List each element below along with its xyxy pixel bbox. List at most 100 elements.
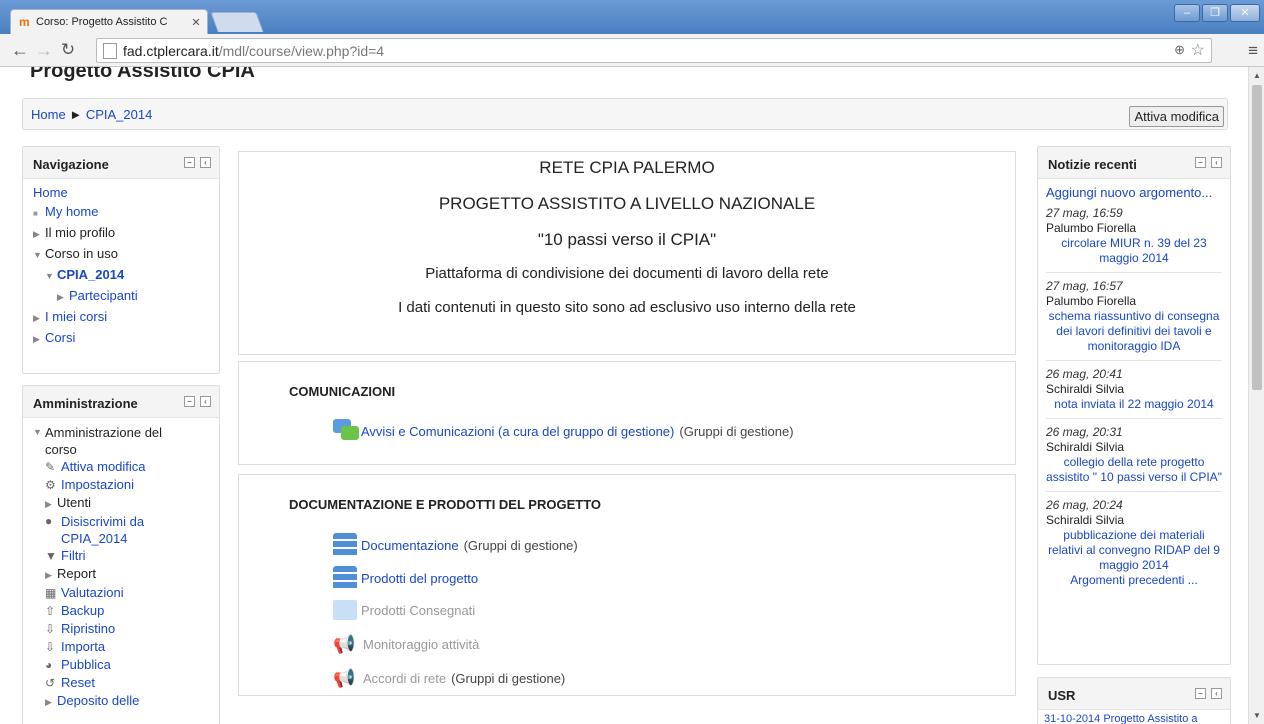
- post-subject[interactable]: schema riassuntivo di consegna dei lavor…: [1046, 309, 1222, 354]
- close-window-button[interactable]: ✕: [1230, 4, 1260, 22]
- activity-link[interactable]: Documentazione: [361, 538, 459, 553]
- expand-arrow-icon[interactable]: ▶: [45, 567, 57, 584]
- filter-icon: ▼: [45, 549, 57, 563]
- page-title: Progetto Assistito CPIA: [30, 67, 255, 82]
- block-header: Navigazione – ‹: [23, 147, 219, 179]
- post-date: 27 mag, 16:57: [1046, 279, 1123, 293]
- collapse-icon[interactable]: –: [184, 396, 195, 407]
- nav-current-course[interactable]: Corso in uso: [45, 246, 118, 261]
- admin-settings[interactable]: Impostazioni: [61, 477, 134, 492]
- admin-backup[interactable]: Backup: [61, 603, 104, 618]
- zoom-icon[interactable]: ⊕: [1174, 42, 1185, 58]
- activity-group: (Gruppi di gestione): [451, 670, 566, 686]
- admin-publish[interactable]: Pubblica: [61, 657, 111, 672]
- expand-arrow-icon[interactable]: ▶: [45, 694, 57, 711]
- older-topics-link[interactable]: Argomenti precedenti ...: [1046, 573, 1222, 588]
- expand-arrow-icon[interactable]: ▶: [57, 288, 69, 307]
- nav-profile[interactable]: Il mio profilo: [45, 225, 115, 240]
- admin-grades[interactable]: Valutazioni: [61, 585, 124, 600]
- forward-icon[interactable]: →: [32, 40, 56, 61]
- post-author: Palumbo Fiorella: [1046, 294, 1137, 308]
- expand-arrow-icon[interactable]: ▶: [33, 330, 45, 349]
- scroll-up-icon[interactable]: ▲: [1253, 71, 1261, 80]
- block-title: USR: [1048, 688, 1076, 703]
- expand-arrow-icon[interactable]: ▶: [33, 309, 45, 328]
- vertical-scrollbar[interactable]: ▲ ▼: [1248, 67, 1264, 724]
- expand-arrow-icon[interactable]: ▶: [45, 496, 57, 513]
- collapse-arrow-icon[interactable]: ▼: [45, 267, 57, 286]
- activity-prodotti[interactable]: Prodotti del progetto: [333, 566, 478, 590]
- summary-line-2: PROGETTO ASSISTITO A LIVELLO NAZIONALE: [438, 194, 816, 213]
- reload-icon[interactable]: ↻: [56, 40, 80, 60]
- breadcrumb-separator: ►: [69, 107, 83, 122]
- collapse-icon[interactable]: –: [1195, 688, 1206, 699]
- activity-prodotti-consegnati[interactable]: Prodotti Consegnati: [333, 600, 475, 620]
- nav-course-cpia[interactable]: CPIA_2014: [57, 267, 124, 282]
- block-header: USR – ‹: [1038, 678, 1230, 710]
- admin-filters[interactable]: Filtri: [61, 548, 86, 563]
- scrollbar-thumb[interactable]: [1252, 85, 1262, 390]
- summary-line-1: RETE CPIA PALERMO: [539, 158, 715, 177]
- post-subject[interactable]: collegio della rete progetto assistito "…: [1046, 455, 1222, 485]
- megaphone-icon: 📢: [333, 668, 356, 688]
- add-topic-link[interactable]: Aggiungi nuovo argomento...: [1046, 185, 1222, 200]
- activity-link[interactable]: Monitoraggio attività: [363, 637, 479, 652]
- gear-icon: ⚙: [45, 478, 56, 492]
- nav-courses[interactable]: Corsi: [45, 330, 75, 345]
- browser-tab[interactable]: m Corso: Progetto Assistito C ✕: [10, 9, 208, 34]
- collapse-arrow-icon[interactable]: ▼: [33, 246, 45, 265]
- admin-tree: ▼ Amministrazione del corso ✎ Attiva modif…: [23, 418, 219, 715]
- post-subject[interactable]: pubblicazione dei materiali relativi al …: [1046, 528, 1222, 573]
- activity-link[interactable]: Prodotti Consegnati: [361, 603, 475, 618]
- admin-users[interactable]: Utenti: [57, 495, 91, 510]
- nav-my-home[interactable]: My home: [45, 204, 98, 219]
- back-icon[interactable]: ←: [8, 40, 32, 61]
- activity-group: (Gruppi di gestione): [463, 537, 578, 553]
- admin-edit-mode[interactable]: Attiva modifica: [61, 459, 146, 474]
- post-author: Palumbo Fiorella: [1046, 221, 1137, 235]
- scroll-down-icon[interactable]: ▼: [1253, 711, 1261, 720]
- post-subject[interactable]: nota inviata il 22 maggio 2014: [1046, 397, 1222, 412]
- collapse-icon[interactable]: –: [1195, 157, 1206, 168]
- summary-line-5: I dati contenuti in questo sito sono ad …: [398, 299, 856, 316]
- admin-reset[interactable]: Reset: [61, 675, 95, 690]
- breadcrumb-home[interactable]: Home: [31, 107, 66, 122]
- activity-accordi[interactable]: 📢 Accordi di rete (Gruppi di gestione): [333, 667, 565, 689]
- nav-my-courses[interactable]: I miei corsi: [45, 309, 107, 324]
- menu-icon[interactable]: ≡: [1248, 41, 1258, 61]
- expand-arrow-icon[interactable]: ▶: [33, 225, 45, 244]
- admin-import[interactable]: Importa: [61, 639, 105, 654]
- minimize-button[interactable]: –: [1174, 4, 1200, 22]
- activity-link[interactable]: Avvisi e Comunicazioni (a cura del grupp…: [361, 424, 674, 439]
- close-tab-icon[interactable]: ✕: [189, 16, 203, 29]
- activity-link[interactable]: Prodotti del progetto: [361, 571, 478, 586]
- news-post: 27 mag, 16:57 Palumbo Fiorella schema ri…: [1046, 279, 1222, 361]
- dock-icon[interactable]: ‹: [1211, 157, 1222, 168]
- post-subject[interactable]: circolare MIUR n. 39 del 23 maggio 2014: [1046, 236, 1222, 266]
- dock-icon[interactable]: ‹: [200, 396, 211, 407]
- edit-mode-button[interactable]: Attiva modifica: [1129, 106, 1224, 127]
- maximize-button[interactable]: ❐: [1202, 4, 1228, 22]
- admin-repository[interactable]: Deposito delle: [57, 693, 139, 708]
- activity-documentazione[interactable]: Documentazione (Gruppi di gestione): [333, 533, 578, 557]
- admin-restore[interactable]: Ripristino: [61, 621, 115, 636]
- dock-icon[interactable]: ‹: [200, 157, 211, 168]
- nav-home[interactable]: Home: [33, 185, 68, 200]
- address-bar[interactable]: fad.ctplercara.it/mdl/course/view.php?id…: [96, 38, 1212, 63]
- admin-course-root[interactable]: Amministrazione del corso: [45, 424, 195, 458]
- activity-link[interactable]: Accordi di rete: [363, 671, 446, 686]
- collapse-arrow-icon[interactable]: ▼: [33, 424, 45, 458]
- collapse-icon[interactable]: –: [184, 157, 195, 168]
- activity-monitoraggio[interactable]: 📢 Monitoraggio attività: [333, 633, 479, 655]
- dock-icon[interactable]: ‹: [1211, 688, 1222, 699]
- admin-reports[interactable]: Report: [57, 566, 96, 581]
- nav-participants[interactable]: Partecipanti: [69, 288, 138, 303]
- activity-forum[interactable]: Avvisi e Comunicazioni (a cura del grupp…: [333, 419, 794, 443]
- breadcrumb-course[interactable]: CPIA_2014: [86, 107, 153, 122]
- admin-unenrol[interactable]: Disiscrivimi da CPIA_2014: [61, 513, 181, 547]
- usr-item[interactable]: 31-10-2014 Progetto Assistito a: [1038, 710, 1230, 724]
- navigation-block: Navigazione – ‹ Home ■ My home ▶ Il mio pro…: [22, 146, 220, 374]
- bookmark-star-icon[interactable]: ☆: [1191, 40, 1205, 60]
- section-title: DOCUMENTAZIONE E PRODOTTI DEL PROGETTO: [289, 497, 602, 512]
- new-tab-button[interactable]: [210, 12, 264, 32]
